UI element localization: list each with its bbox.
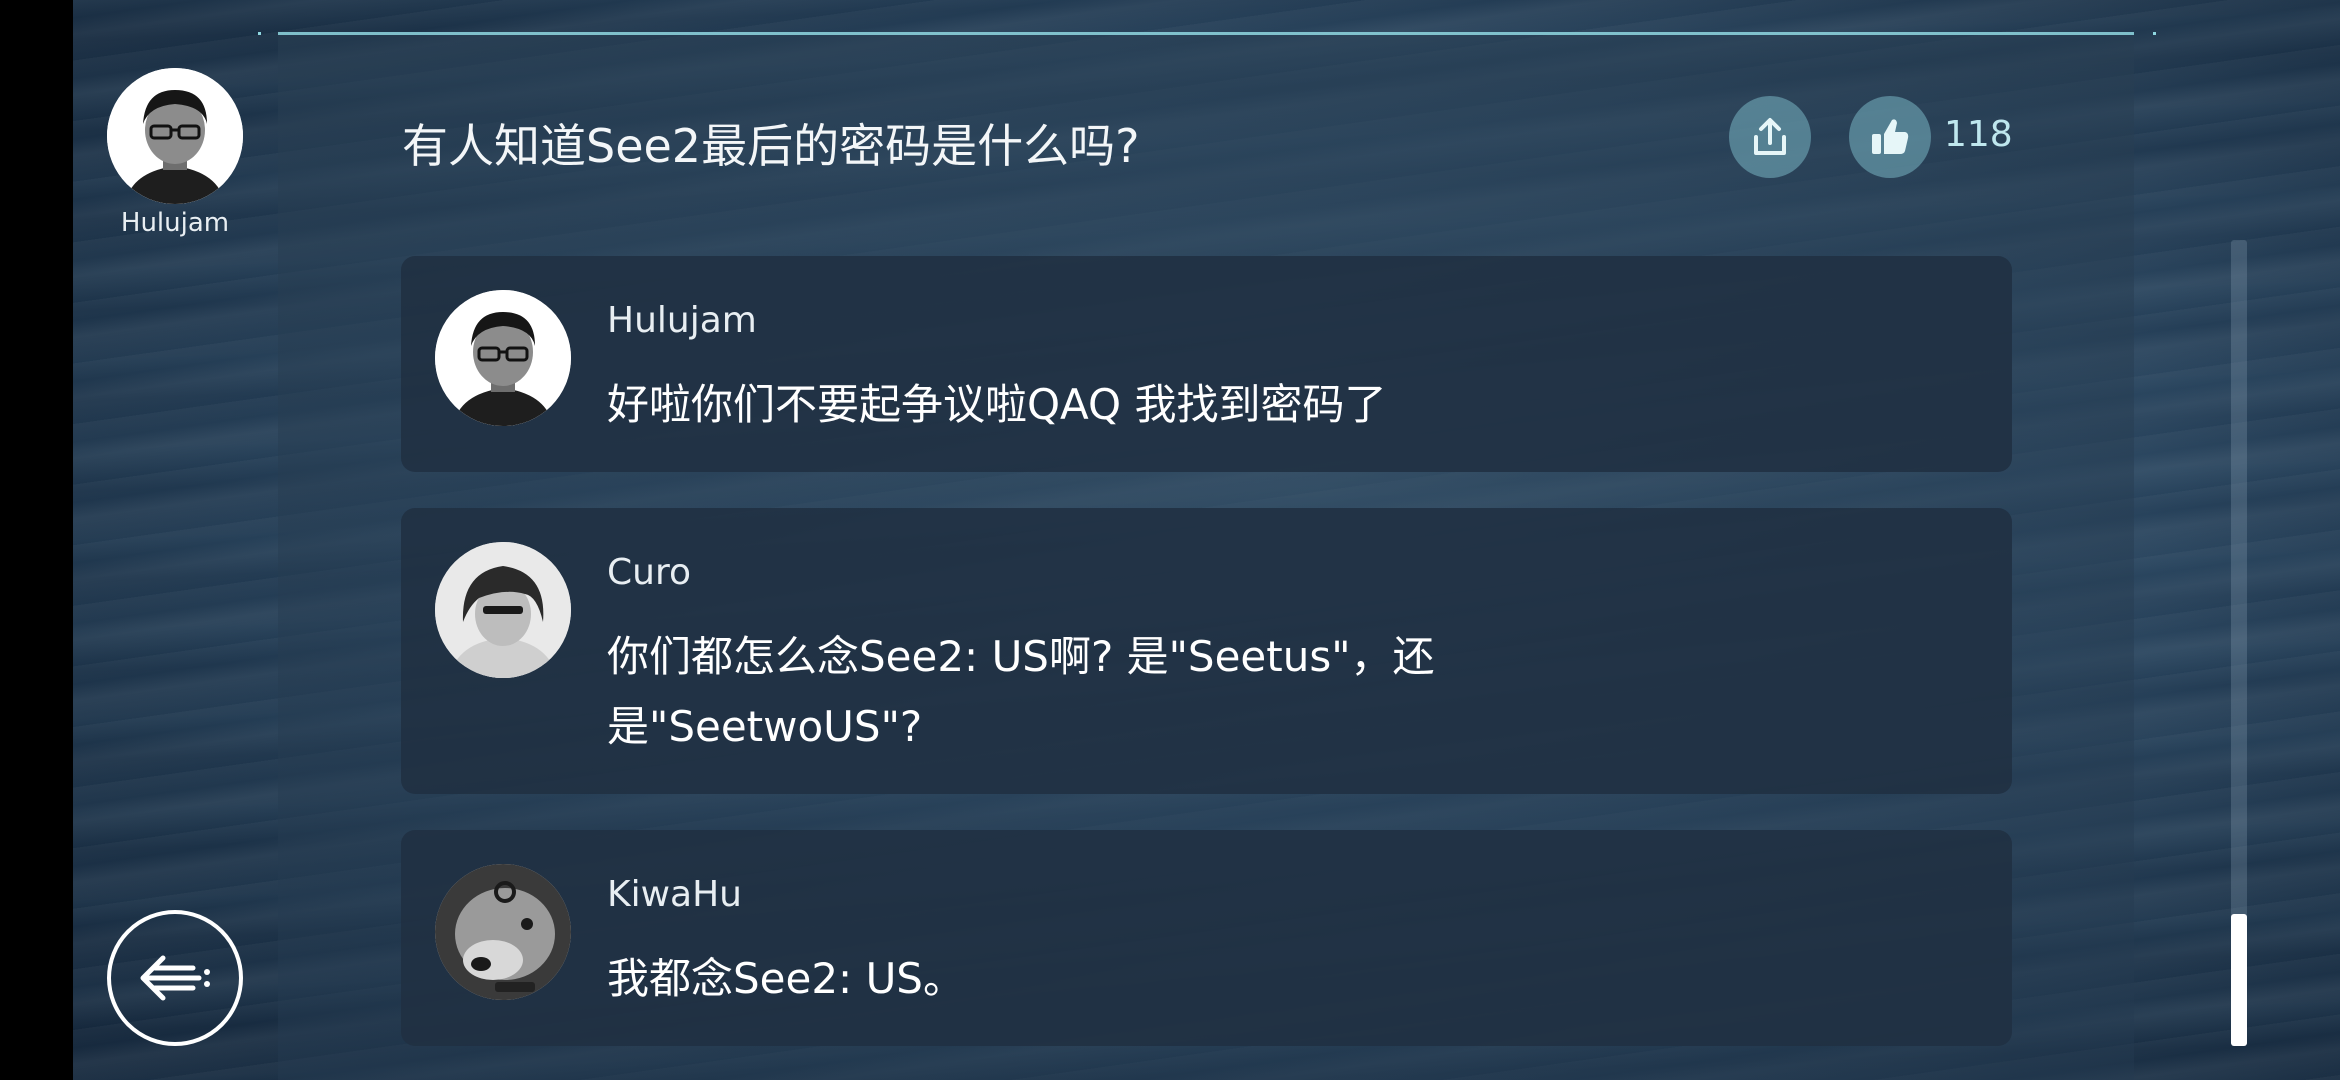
avatar-portrait-icon <box>435 290 571 426</box>
panel-corner-dot <box>258 32 261 35</box>
scrollbar-thumb[interactable] <box>2231 914 2247 1046</box>
comment-card: KiwaHu 我都念See2: US。 <box>401 830 2012 1046</box>
panel-corner-dot <box>2153 32 2156 35</box>
avatar-portrait-icon <box>435 542 571 678</box>
commenter-name: Hulujam <box>607 300 757 341</box>
poster-avatar[interactable] <box>107 68 243 204</box>
commenter-avatar[interactable] <box>435 290 571 426</box>
comment-text: 你们都怎么念See2: US啊? 是"Seetus"，还是"SeetwoUS"? <box>607 632 1435 751</box>
comment-text: 我都念See2: US。 <box>607 954 965 1003</box>
poster-name: Hulujam <box>120 208 230 238</box>
thumbs-up-icon <box>1872 119 1909 154</box>
commenter-name: Curo <box>607 552 691 593</box>
comment-card: Hulujam 好啦你们不要起争议啦QAQ 我找到密码了 <box>401 256 2012 472</box>
post-title: 有人知道See2最后的密码是什么吗? <box>402 119 1140 173</box>
screen-bezel <box>0 0 73 1080</box>
avatar-portrait-icon <box>435 864 571 1000</box>
avatar-portrait-icon <box>107 68 243 204</box>
commenter-avatar[interactable] <box>435 542 571 678</box>
share-button[interactable] <box>1729 96 1811 178</box>
like-button[interactable] <box>1849 96 1931 178</box>
commenter-avatar[interactable] <box>435 864 571 1000</box>
panel-top-line <box>278 32 2134 35</box>
back-arrow-icon <box>140 955 210 1001</box>
commenter-name: KiwaHu <box>607 874 742 915</box>
back-button[interactable] <box>107 910 243 1046</box>
share-icon <box>1754 118 1786 155</box>
like-count: 118 <box>1944 114 2013 155</box>
comment-card: Curo 你们都怎么念See2: US啊? 是"Seetus"，还是"Seetw… <box>401 508 2012 794</box>
comment-text: 好啦你们不要起争议啦QAQ 我找到密码了 <box>607 380 1387 429</box>
